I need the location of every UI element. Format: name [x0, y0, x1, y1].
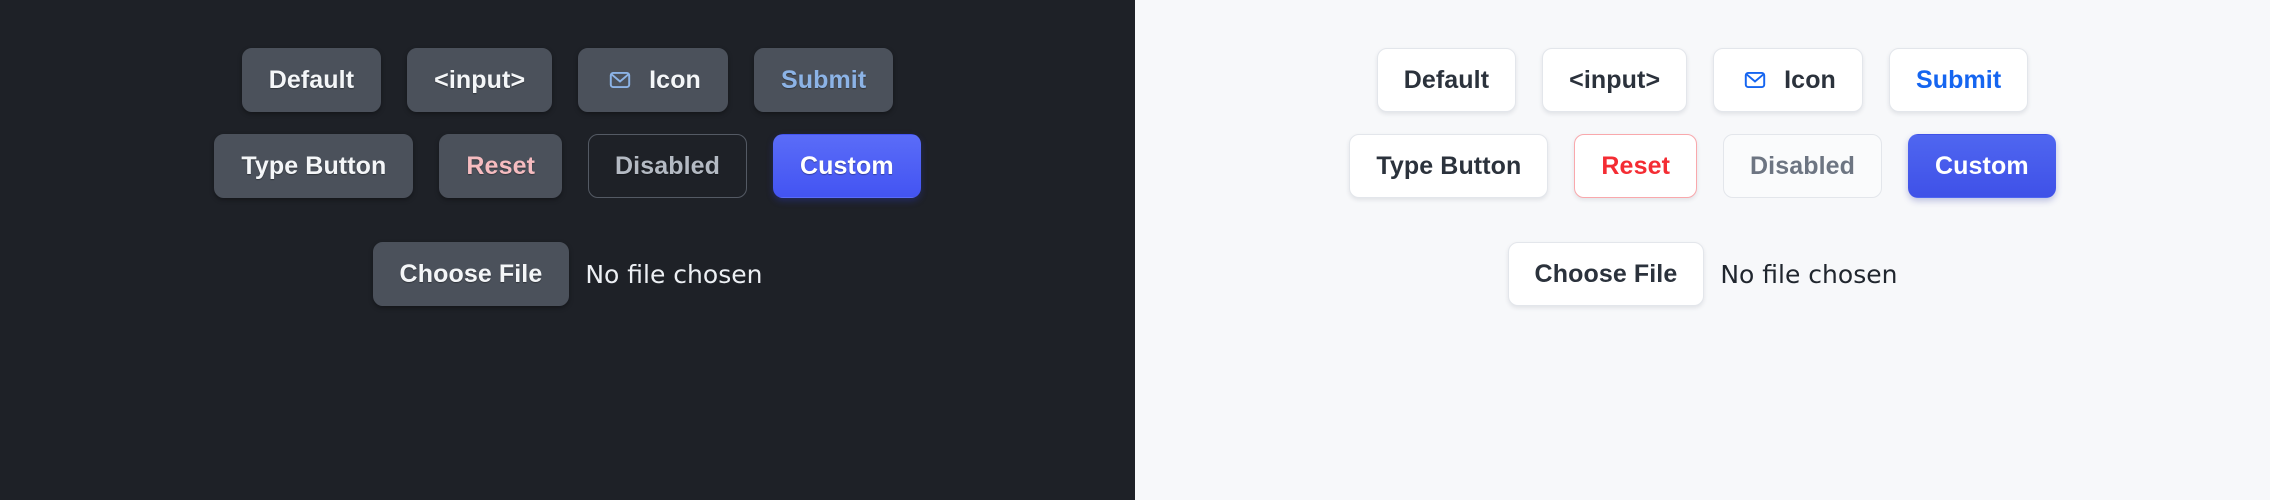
light-default-button[interactable]: Default — [1376, 48, 1517, 112]
light-theme-panel: Default <input> Icon Submit Type Button … — [1135, 0, 2270, 500]
dark-reset-button[interactable]: Reset — [439, 134, 562, 198]
dark-icon-button[interactable]: Icon — [578, 48, 728, 112]
button-label: Custom — [1935, 151, 2029, 180]
dark-type-button[interactable]: Type Button — [214, 134, 414, 198]
dark-disabled-button: Disabled — [588, 134, 747, 198]
button-label: Choose File — [1534, 259, 1678, 288]
dark-custom-button[interactable]: Custom — [773, 134, 921, 198]
light-type-button[interactable]: Type Button — [1349, 134, 1549, 198]
button-label: Icon — [649, 65, 701, 94]
light-button-row-1: Default <input> Icon Submit — [1376, 48, 2029, 112]
button-label: Reset — [466, 151, 535, 180]
button-label: <input> — [434, 65, 526, 94]
button-label: Disabled — [615, 151, 720, 180]
dark-file-input-row: Choose File No file chosen — [372, 242, 763, 306]
button-label: Submit — [1915, 65, 2002, 94]
button-label: Default — [1403, 65, 1490, 94]
light-input-button[interactable]: <input> — [1542, 48, 1688, 112]
button-label: Type Button — [241, 151, 387, 180]
light-icon-button[interactable]: Icon — [1713, 48, 1863, 112]
dark-theme-panel: Default <input> Icon Submit Type Button … — [0, 0, 1135, 500]
dark-file-status-text: No file chosen — [585, 259, 763, 289]
dark-input-button[interactable]: <input> — [407, 48, 553, 112]
dark-choose-file-button[interactable]: Choose File — [372, 242, 570, 306]
dark-button-rows: Default <input> Icon Submit Type Button … — [0, 0, 1135, 306]
mail-icon — [1740, 65, 1770, 95]
dark-default-button[interactable]: Default — [241, 48, 382, 112]
button-label: Custom — [800, 151, 894, 180]
button-label: Type Button — [1376, 151, 1522, 180]
dark-button-row-1: Default <input> Icon Submit — [241, 48, 894, 112]
button-label: Submit — [780, 65, 867, 94]
button-label: Disabled — [1750, 151, 1855, 180]
light-custom-button[interactable]: Custom — [1908, 134, 2056, 198]
button-label: Reset — [1601, 151, 1670, 180]
light-choose-file-button[interactable]: Choose File — [1507, 242, 1705, 306]
button-label: Choose File — [399, 259, 543, 288]
light-file-input-row: Choose File No file chosen — [1507, 242, 1898, 306]
mail-icon — [605, 65, 635, 95]
button-label: <input> — [1569, 65, 1661, 94]
light-button-row-2: Type Button Reset Disabled Custom — [1349, 134, 2056, 198]
button-label: Default — [268, 65, 355, 94]
light-reset-button[interactable]: Reset — [1574, 134, 1697, 198]
light-submit-button[interactable]: Submit — [1888, 48, 2029, 112]
dark-button-row-2: Type Button Reset Disabled Custom — [214, 134, 921, 198]
button-label: Icon — [1784, 65, 1836, 94]
light-disabled-button: Disabled — [1723, 134, 1882, 198]
light-file-status-text: No file chosen — [1720, 259, 1898, 289]
button-showcase-stage: Default <input> Icon Submit Type Button … — [0, 0, 2270, 500]
dark-submit-button[interactable]: Submit — [753, 48, 894, 112]
light-button-rows: Default <input> Icon Submit Type Button … — [1135, 0, 2270, 306]
